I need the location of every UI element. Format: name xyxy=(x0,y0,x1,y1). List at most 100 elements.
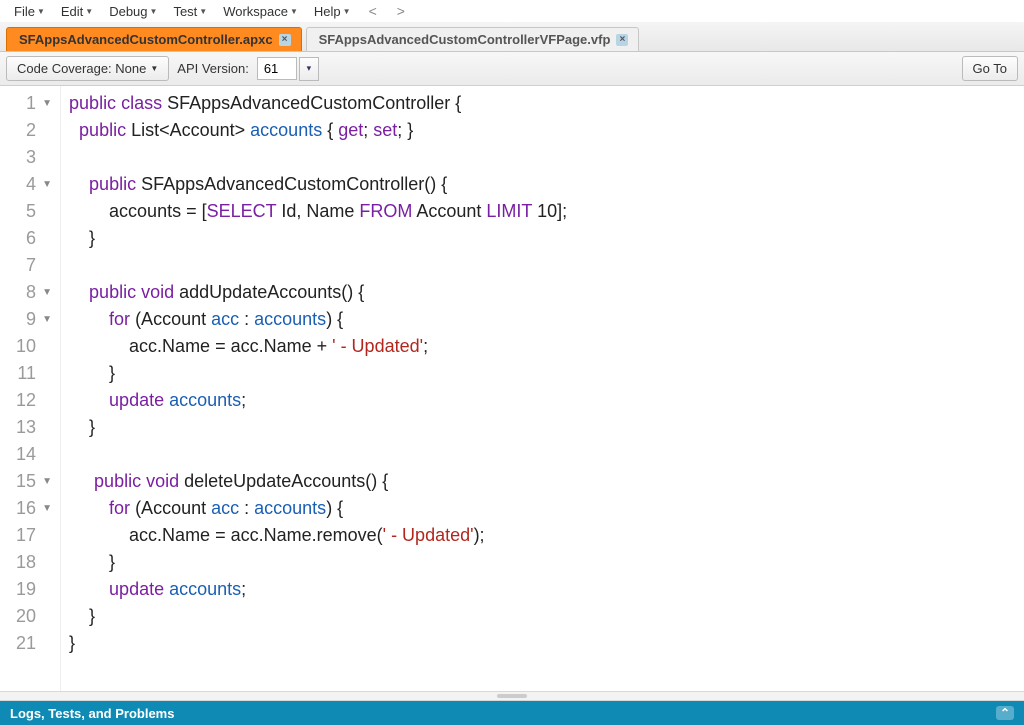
line-number: 1 xyxy=(26,90,36,117)
gutter-row: 3 xyxy=(0,144,60,171)
menu-help[interactable]: Help▼ xyxy=(306,2,359,21)
code-line[interactable]: for (Account acc : accounts) { xyxy=(69,306,567,333)
code-line[interactable]: } xyxy=(69,630,567,657)
code-line[interactable]: public SFAppsAdvancedCustomController() … xyxy=(69,171,567,198)
code-line[interactable] xyxy=(69,144,567,171)
menu-edit[interactable]: Edit▼ xyxy=(53,2,101,21)
code-line[interactable]: public List<Account> accounts { get; set… xyxy=(69,117,567,144)
menu-debug[interactable]: Debug▼ xyxy=(101,2,165,21)
nav-forward-button[interactable]: > xyxy=(387,1,415,21)
token: public xyxy=(89,282,136,302)
expand-up-icon[interactable]: ⌃ xyxy=(996,706,1014,720)
token: set xyxy=(373,120,397,140)
token: accounts xyxy=(254,309,326,329)
line-number: 10 xyxy=(16,333,36,360)
token: SFAppsAdvancedCustomController() { xyxy=(136,174,447,194)
code-editor[interactable]: 1▼234▼5678▼9▼101112131415▼16▼1718192021 … xyxy=(0,86,1024,691)
goto-label: Go To xyxy=(973,61,1007,76)
gutter-row: 10 xyxy=(0,333,60,360)
tab[interactable]: SFAppsAdvancedCustomControllerVFPage.vfp… xyxy=(306,27,640,51)
line-number: 21 xyxy=(16,630,36,657)
gutter-row: 9▼ xyxy=(0,306,60,333)
close-icon[interactable]: × xyxy=(279,34,291,46)
token: Id, Name xyxy=(276,201,359,221)
code-line[interactable]: } xyxy=(69,225,567,252)
gutter-row: 17 xyxy=(0,522,60,549)
code-line[interactable]: } xyxy=(69,603,567,630)
code-line[interactable]: acc.Name = acc.Name + ' - Updated'; xyxy=(69,333,567,360)
token: ' - Updated' xyxy=(332,336,423,356)
token: ) { xyxy=(326,498,343,518)
menu-test[interactable]: Test▼ xyxy=(165,2,215,21)
api-version-select[interactable]: ▾ xyxy=(257,57,319,81)
token: accounts xyxy=(169,390,241,410)
code-line[interactable]: update accounts; xyxy=(69,387,567,414)
menu-file[interactable]: File▼ xyxy=(6,2,53,21)
api-version-step[interactable]: ▾ xyxy=(299,57,319,81)
gutter-row: 11 xyxy=(0,360,60,387)
gutter-row: 20 xyxy=(0,603,60,630)
bottom-panel-header[interactable]: Logs, Tests, and Problems ⌃ xyxy=(0,701,1024,725)
token: } xyxy=(69,633,75,653)
goto-button[interactable]: Go To xyxy=(962,56,1018,81)
close-icon[interactable]: × xyxy=(616,34,628,46)
nav-back-button[interactable]: < xyxy=(359,1,387,21)
api-version-input[interactable] xyxy=(257,57,297,80)
tabbar: SFAppsAdvancedCustomController.apxc×SFAp… xyxy=(0,22,1024,52)
code-coverage-dropdown[interactable]: Code Coverage: None ▼ xyxy=(6,56,169,81)
code-line[interactable]: } xyxy=(69,414,567,441)
token: accounts xyxy=(169,579,241,599)
token xyxy=(69,120,79,140)
code-line[interactable] xyxy=(69,441,567,468)
fold-icon[interactable]: ▼ xyxy=(42,468,52,495)
gutter-row: 19 xyxy=(0,576,60,603)
fold-icon[interactable]: ▼ xyxy=(42,306,52,333)
line-number: 11 xyxy=(17,360,36,387)
token: { xyxy=(322,120,338,140)
caret-down-icon: ▼ xyxy=(290,7,298,16)
line-number: 4 xyxy=(26,171,36,198)
fold-icon[interactable]: ▼ xyxy=(42,171,52,198)
toolbar: Code Coverage: None ▼ API Version: ▾ Go … xyxy=(0,52,1024,86)
token: class xyxy=(121,93,162,113)
code-area[interactable]: public class SFAppsAdvancedCustomControl… xyxy=(61,86,567,691)
token: accounts = [ xyxy=(69,201,207,221)
token: public xyxy=(89,174,136,194)
caret-down-icon: ▼ xyxy=(85,7,93,16)
fold-icon[interactable]: ▼ xyxy=(42,90,52,117)
token: } xyxy=(69,606,95,626)
code-line[interactable]: public void deleteUpdateAccounts() { xyxy=(69,468,567,495)
line-number: 6 xyxy=(26,225,36,252)
code-line[interactable]: } xyxy=(69,549,567,576)
code-line[interactable] xyxy=(69,252,567,279)
caret-down-icon: ▼ xyxy=(37,7,45,16)
bottom-panel-label: Logs, Tests, and Problems xyxy=(10,706,174,721)
code-line[interactable]: } xyxy=(69,360,567,387)
token: (Account xyxy=(130,498,211,518)
code-coverage-label: Code Coverage: None xyxy=(17,61,146,76)
token: } xyxy=(69,363,115,383)
token: for xyxy=(109,309,130,329)
code-line[interactable]: for (Account acc : accounts) { xyxy=(69,495,567,522)
tab[interactable]: SFAppsAdvancedCustomController.apxc × xyxy=(6,27,302,51)
splitter[interactable] xyxy=(0,691,1024,701)
code-line[interactable]: accounts = [SELECT Id, Name FROM Account… xyxy=(69,198,567,225)
code-line[interactable]: public void addUpdateAccounts() { xyxy=(69,279,567,306)
menu-workspace[interactable]: Workspace▼ xyxy=(215,2,306,21)
tab-label: SFAppsAdvancedCustomController.apxc xyxy=(19,32,273,47)
code-line[interactable]: update accounts; xyxy=(69,576,567,603)
gutter-row: 21 xyxy=(0,630,60,657)
caret-down-icon: ▼ xyxy=(199,7,207,16)
token: accounts xyxy=(250,120,322,140)
line-number: 20 xyxy=(16,603,36,630)
fold-icon[interactable]: ▼ xyxy=(42,495,52,522)
fold-icon[interactable]: ▼ xyxy=(42,279,52,306)
token: ; xyxy=(423,336,428,356)
token: void xyxy=(146,471,179,491)
gutter-row: 1▼ xyxy=(0,90,60,117)
gutter-row: 18 xyxy=(0,549,60,576)
token xyxy=(69,282,89,302)
code-line[interactable]: public class SFAppsAdvancedCustomControl… xyxy=(69,90,567,117)
code-line[interactable]: acc.Name = acc.Name.remove(' - Updated')… xyxy=(69,522,567,549)
line-number: 12 xyxy=(16,387,36,414)
